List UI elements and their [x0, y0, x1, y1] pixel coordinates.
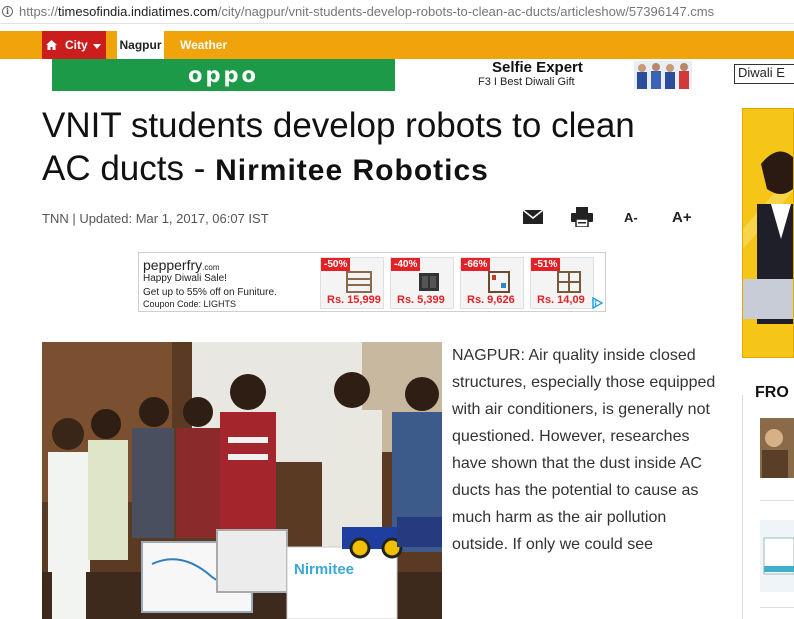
printer-icon [571, 207, 593, 227]
photo-box-label: Nirmitee [294, 561, 354, 578]
pepperfry-ad[interactable]: pepperfry.com Happy Diwali Sale! Get up … [138, 252, 606, 312]
product-price: Rs. 5,399 [397, 294, 445, 306]
rack-image [557, 271, 581, 293]
product-price: Rs. 9,626 [467, 294, 515, 306]
sidebar-border [742, 395, 743, 619]
pepperfry-product[interactable]: -50% Rs. 15,999 [320, 257, 384, 309]
page: { "browser": { "url_scheme": "https://",… [0, 0, 794, 619]
mail-icon [523, 210, 543, 224]
appliance-image [760, 520, 794, 592]
city-menu-button[interactable]: City [61, 31, 106, 59]
oppo-ad-logo-box[interactable]: oppo [52, 59, 395, 91]
article-photo[interactable]: Nirmitee [42, 342, 442, 619]
city-label: City [65, 38, 88, 52]
product-price: Rs. 15,999 [327, 294, 381, 306]
students-robot-photo: Nirmitee [42, 342, 442, 619]
pepperfry-product[interactable]: -40% Rs. 5,399 [390, 257, 454, 309]
increase-font-button[interactable]: A+ [672, 207, 692, 227]
decrease-font-button[interactable]: A- [624, 207, 638, 227]
discount-badge: -50% [321, 258, 351, 271]
right-sidebar-ad[interactable] [742, 108, 794, 358]
sidebar-story-thumbnail[interactable] [760, 520, 794, 592]
top-banner-ad[interactable]: oppo Selfie Expert F3 I Best Diwali Gift… [52, 59, 794, 91]
address-bar[interactable]: i https://timesofindia.indiatimes.com/ci… [0, 0, 794, 24]
pepperfry-logo: pepperfry.com [143, 257, 220, 273]
ad-subline: F3 I Best Diwali Gift [478, 76, 575, 88]
discount-badge: -66% [461, 258, 491, 271]
sidebar-story-thumbnail[interactable] [760, 418, 794, 478]
product-price: Rs. 14,09 [537, 294, 585, 306]
pepperfry-line2: Get up to 55% off on Funiture. [143, 287, 277, 298]
article-headline: VNIT students develop robots to clean AC… [42, 106, 635, 188]
shelf-image [346, 271, 372, 293]
pepperfry-product[interactable]: -51% Rs. 14,09 [530, 257, 594, 309]
byline: TNN | Updated: Mar 1, 2017, 06:07 IST [42, 211, 269, 226]
pepperfry-product[interactable]: -66% Rs. 9,626 [460, 257, 524, 309]
ad-people-image [634, 61, 692, 89]
ad-headline: Selfie Expert [492, 59, 583, 76]
sidebar-divider [760, 500, 794, 501]
oppo-logo: oppo [188, 63, 259, 87]
article-body: NAGPUR: Air quality inside closed struct… [452, 347, 716, 553]
sidebar-section-heading: FRO [755, 384, 789, 401]
info-icon[interactable]: i [2, 6, 13, 17]
nav-tab-nagpur[interactable]: Nagpur [117, 31, 164, 59]
cabinet-image [419, 273, 439, 291]
adchoices-icon[interactable] [591, 297, 603, 309]
story-thumbnail-image [760, 418, 794, 478]
email-share-button[interactable] [523, 207, 543, 227]
woman-with-laptop-image [743, 109, 793, 357]
site-nav: City Nagpur Weather [0, 31, 794, 59]
print-button[interactable] [571, 207, 593, 227]
discount-badge: -40% [391, 258, 421, 271]
pepperfry-line1: Happy Diwali Sale! [143, 273, 227, 284]
home-icon [46, 40, 57, 50]
url-text[interactable]: https://timesofindia.indiatimes.com/city… [19, 4, 714, 19]
chevron-down-icon [92, 43, 101, 49]
bookshelf-image [488, 271, 510, 293]
pepperfry-line3: Coupon Code: LIGHTS [143, 299, 237, 309]
nav-tab-weather[interactable]: Weather [180, 31, 227, 59]
sidebar-divider [760, 607, 794, 608]
discount-badge: -51% [531, 258, 561, 271]
ad-diwali-box[interactable]: Diwali E [734, 64, 794, 84]
headline-suffix: Nirmitee Robotics [215, 154, 489, 187]
home-button[interactable] [42, 31, 61, 59]
